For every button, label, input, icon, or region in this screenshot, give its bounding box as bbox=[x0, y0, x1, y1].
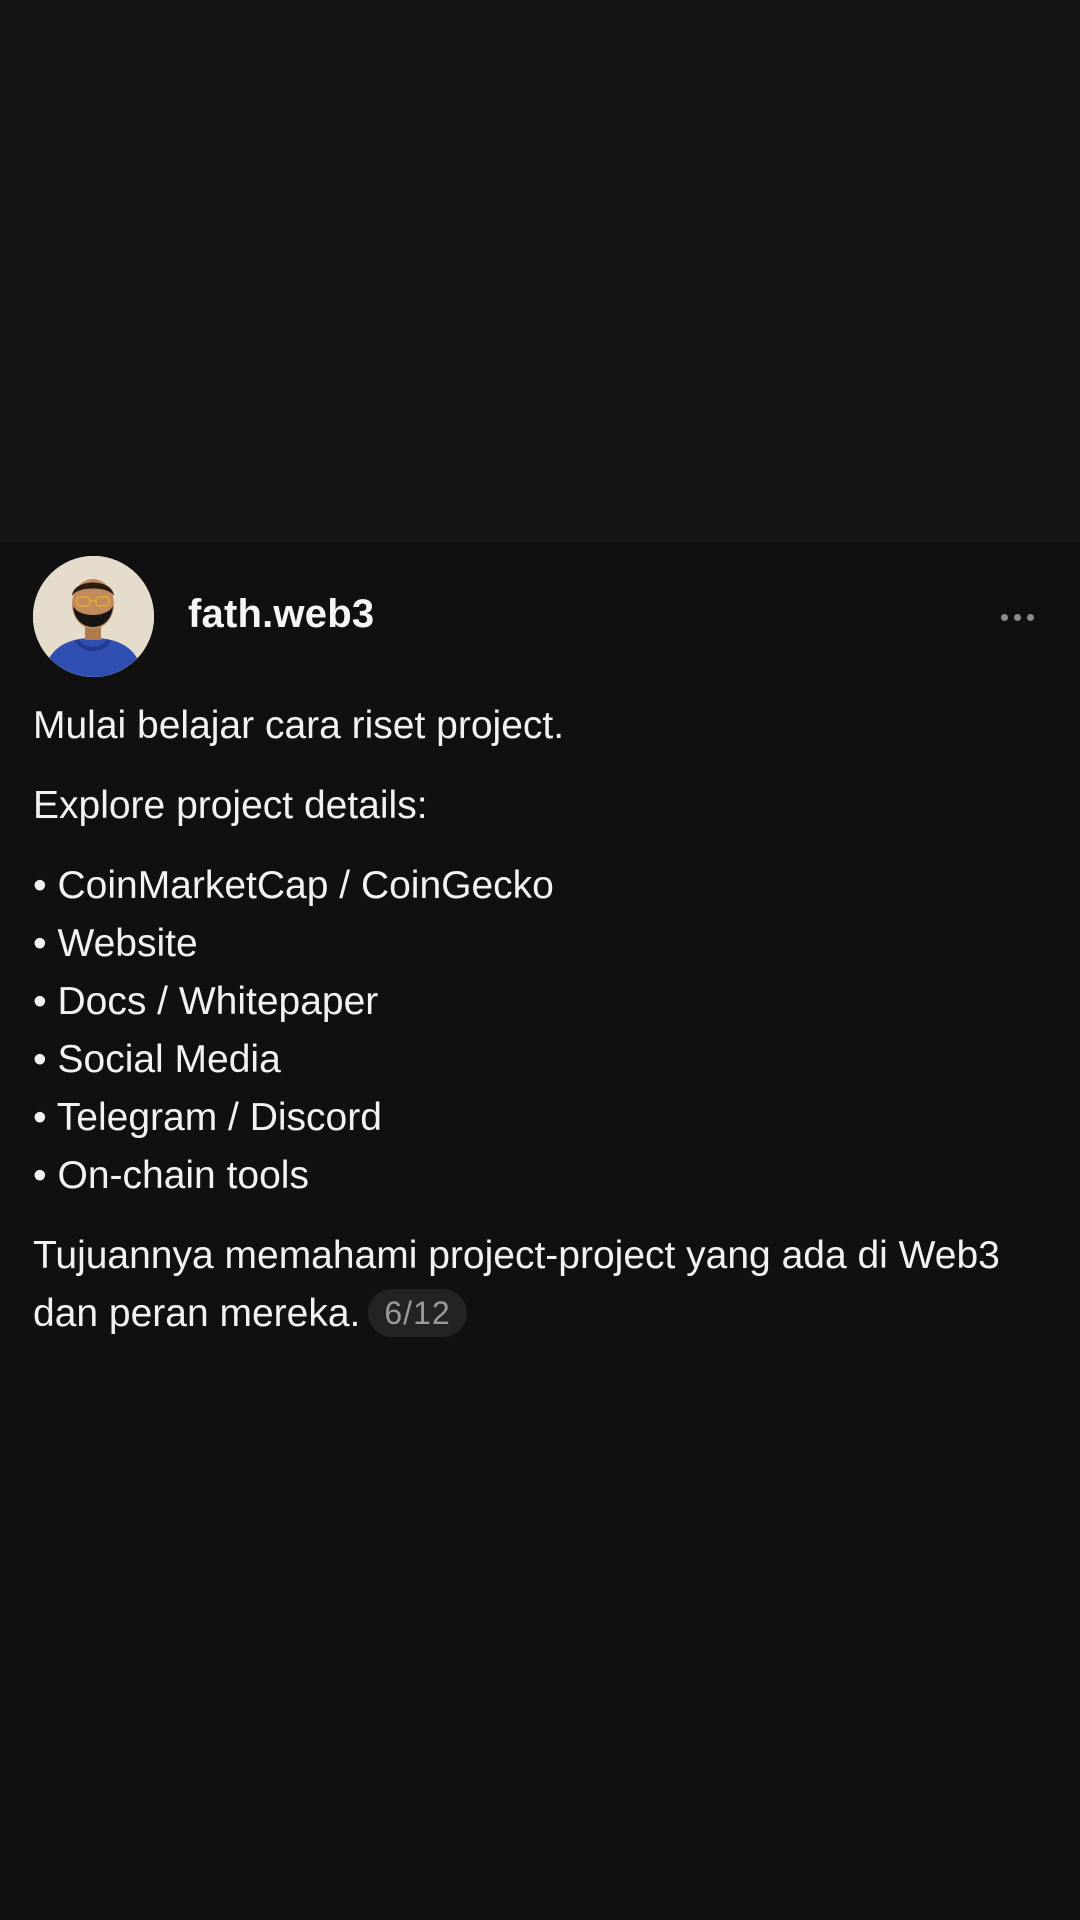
avatar-icon[interactable] bbox=[33, 556, 154, 677]
bullet-item: • On-chain tools bbox=[33, 1154, 309, 1197]
page-indicator-badge: 6/12 bbox=[368, 1289, 467, 1337]
bullet-item: • Docs / Whitepaper bbox=[33, 980, 379, 1023]
username[interactable]: fath.web3 bbox=[188, 592, 374, 637]
post-header: fath.web3 bbox=[33, 556, 1047, 678]
more-options-icon[interactable] bbox=[987, 592, 1047, 642]
closing-paragraph: Tujuannya memahami project-project yang … bbox=[33, 1227, 1043, 1343]
bullet-item: • Website bbox=[33, 922, 198, 965]
bullet-item: • Social Media bbox=[33, 1038, 281, 1081]
post-paragraph: Mulai belajar cara riset project. bbox=[33, 704, 565, 747]
bullet-list: • CoinMarketCap / CoinGecko • Website • … bbox=[33, 857, 1043, 1205]
post-card: fath.web3 Mulai belajar cara riset proje… bbox=[0, 542, 1080, 1920]
bullet-item: • CoinMarketCap / CoinGecko bbox=[33, 864, 554, 907]
post-content: Mulai belajar cara riset project. Explor… bbox=[33, 697, 1043, 1343]
bullet-item: • Telegram / Discord bbox=[33, 1096, 382, 1139]
more-dot bbox=[1000, 613, 1008, 621]
closing-text: Tujuannya memahami project-project yang … bbox=[33, 1234, 1000, 1335]
more-dot bbox=[1013, 613, 1021, 621]
post-paragraph: Explore project details: bbox=[33, 784, 428, 827]
more-dot bbox=[1026, 613, 1034, 621]
top-empty-area bbox=[0, 0, 1080, 542]
